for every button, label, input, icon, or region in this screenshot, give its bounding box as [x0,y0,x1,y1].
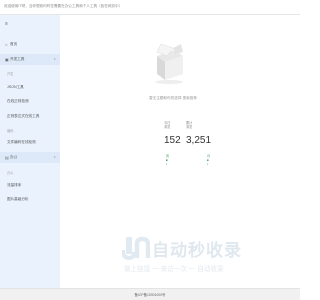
sidebar-link-regex-tool[interactable]: 正则表达式在线工具 [7,114,39,119]
sidebar-section-label: 办公 [7,171,14,175]
mini-stat-dots: ■ ▪ [207,158,209,166]
sidebar-item-label: 首页 [10,42,18,46]
sidebar-group-dev-tools[interactable]: ▣ 开发工具 ∧ [0,54,60,65]
sidebar-group-label: 办公 [10,155,18,159]
stat-label-line: 浏览 [164,125,171,129]
briefcase-icon: ▤ [5,155,9,160]
sidebar-link-json-tool[interactable]: JSON工具 [7,85,24,90]
empty-tagline: 暂无主题和你的选择 搜索推荐 [149,96,197,100]
welcome-text: 欢迎使用IT吧，当你想到何时在需要在办公工具和个人工具（各在网页中） [4,4,123,8]
folder-icon: ▣ [5,57,9,62]
sidebar-section-label: 开发 [7,72,14,76]
mini-stat-month: 月 ■ ▪ [207,154,210,166]
stat-label-today: 今日 浏览 [164,121,170,129]
chevron-up-icon: ∧ [53,155,56,159]
footer-icp[interactable]: 备ICP备10001000号 [0,292,300,297]
sidebar-link-regex-check[interactable]: 在线正则检测 [7,99,29,104]
sidebar-link-traffic-sort[interactable]: 流量排序 [7,183,21,188]
top-bar: 欢迎使用IT吧，当你想到何时在需要在办公工具和个人工具（各在网页中） [0,0,300,15]
menu-icon[interactable]: ≡ [5,21,8,27]
watermark-subtitle: 做上链接 一 来访一次 一 自动收录 [124,266,224,273]
chevron-up-icon: ∧ [53,57,56,61]
stat-label-line: 浏览 [186,125,193,129]
jn-logo-icon [122,236,150,260]
mini-stat-week: 周 ■ ▪ [166,154,169,166]
menu-toggle[interactable]: ≡ [0,19,60,29]
empty-box-illustration [155,43,183,84]
sidebar-link-encoding-check[interactable]: 文件编码在线检测 [7,140,36,145]
watermark: 自动秒收录 做上链接 一 来访一次 一 自动收录 [122,236,272,276]
sidebar-item-home[interactable]: ⌂ 首页 [0,39,60,49]
stat-value-today: 152 [164,135,181,146]
mini-stat-dots: ■ ▪ [166,158,168,166]
sidebar-group-office[interactable]: ▤ 办公 ∧ [0,152,60,163]
sidebar: ≡ ⌂ 首页 ▣ 开发工具 ∧ 开发 JSON工具 在线正则检测 正则表达式在线… [0,15,60,288]
home-icon: ⌂ [5,42,8,47]
stat-label-total: 累计 浏览 [186,121,192,129]
sidebar-link-image-analysis[interactable]: 图片高级分析 [7,197,29,202]
watermark-title: 自动秒收录 [152,241,242,260]
footer: 备ICP备10001000号 [0,288,300,300]
sidebar-group-label: 开发工具 [10,57,25,61]
stat-value-total: 3,251 [186,135,212,146]
sidebar-section-label: 编码 [7,129,14,133]
